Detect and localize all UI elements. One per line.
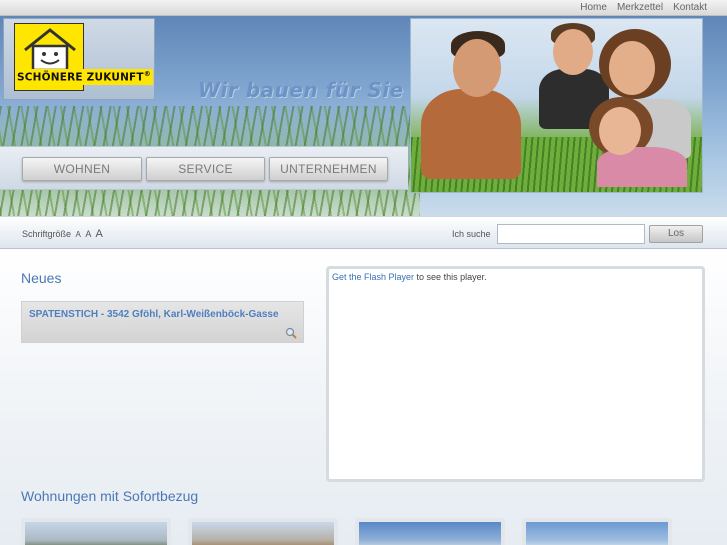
font-size-label: Schriftgröße	[22, 229, 72, 239]
top-nav-home-link[interactable]: Home	[580, 1, 607, 14]
apartment-photo	[192, 522, 334, 545]
apartment-photo	[359, 522, 501, 545]
photo-figure	[553, 29, 593, 75]
apartment-thumbnail[interactable]	[355, 518, 505, 545]
nav-wohnen-button[interactable]: WOHNEN	[22, 157, 142, 181]
logo-text: SCHÖNERE ZUKUNFT	[17, 71, 144, 84]
search-input[interactable]	[497, 224, 645, 244]
apartments-heading: Wohnungen mit Sofortbezug	[21, 488, 199, 504]
flash-player-placeholder: Get the Flash Player to see this player.	[326, 266, 705, 482]
logo-registered-mark: ®	[143, 70, 151, 78]
utility-row: Schriftgröße A A A Ich suche Los	[0, 216, 727, 249]
top-utility-bar: Home Merkzettel Kontakt	[0, 0, 727, 16]
font-size-small-button[interactable]: A	[76, 230, 81, 239]
apartment-photo	[25, 522, 167, 545]
get-flash-player-link[interactable]: Get the Flash Player	[332, 272, 414, 282]
main-content: Neues SPATENSTICH - 3542 Gföhl, Karl-Wei…	[0, 249, 727, 545]
apartment-thumbnail[interactable]	[21, 518, 171, 545]
photo-figure	[453, 39, 501, 97]
top-navigation: Home Merkzettel Kontakt	[580, 1, 707, 14]
search-submit-button[interactable]: Los	[649, 225, 703, 243]
photo-figure	[599, 107, 641, 155]
header-banner: SCHÖNERE ZUKUNFT® Wir bauen für Sie WOHN…	[0, 16, 727, 216]
flash-notice: Get the Flash Player to see this player.	[332, 272, 487, 282]
font-size-medium-button[interactable]: A	[85, 229, 91, 239]
apartment-thumbnail[interactable]	[188, 518, 338, 545]
photo-figure	[421, 89, 521, 179]
search-label: Ich suche	[452, 229, 491, 239]
font-size-large-button[interactable]: A	[95, 228, 102, 240]
photo-figure	[609, 41, 655, 95]
magnifier-icon[interactable]	[285, 327, 297, 339]
slogan: Wir bauen für Sie	[198, 78, 404, 102]
nav-service-button[interactable]: SERVICE	[146, 157, 265, 181]
news-heading: Neues	[21, 270, 62, 286]
photo-figure	[597, 147, 687, 187]
top-nav-kontakt-link[interactable]: Kontakt	[673, 1, 707, 14]
news-item-link[interactable]: SPATENSTICH - 3542 Gföhl, Karl-Weißenböc…	[29, 309, 279, 320]
apartment-thumbnail[interactable]	[522, 518, 672, 545]
flash-notice-text: to see this player.	[414, 272, 487, 282]
top-nav-merkzettel-link[interactable]: Merkzettel	[617, 1, 663, 14]
font-size-control: Schriftgröße A A A	[22, 228, 103, 240]
news-item: SPATENSTICH - 3542 Gföhl, Karl-Weißenböc…	[21, 301, 304, 343]
logo-wordmark: SCHÖNERE ZUKUNFT®	[15, 69, 153, 85]
nav-unternehmen-button[interactable]: UNTERNEHMEN	[269, 157, 388, 181]
family-photo	[410, 18, 703, 193]
apartment-photo	[526, 522, 668, 545]
main-navigation: WOHNEN SERVICE UNTERNEHMEN	[0, 146, 408, 190]
logo[interactable]: SCHÖNERE ZUKUNFT®	[3, 18, 155, 100]
smiling-house-icon	[24, 28, 76, 72]
